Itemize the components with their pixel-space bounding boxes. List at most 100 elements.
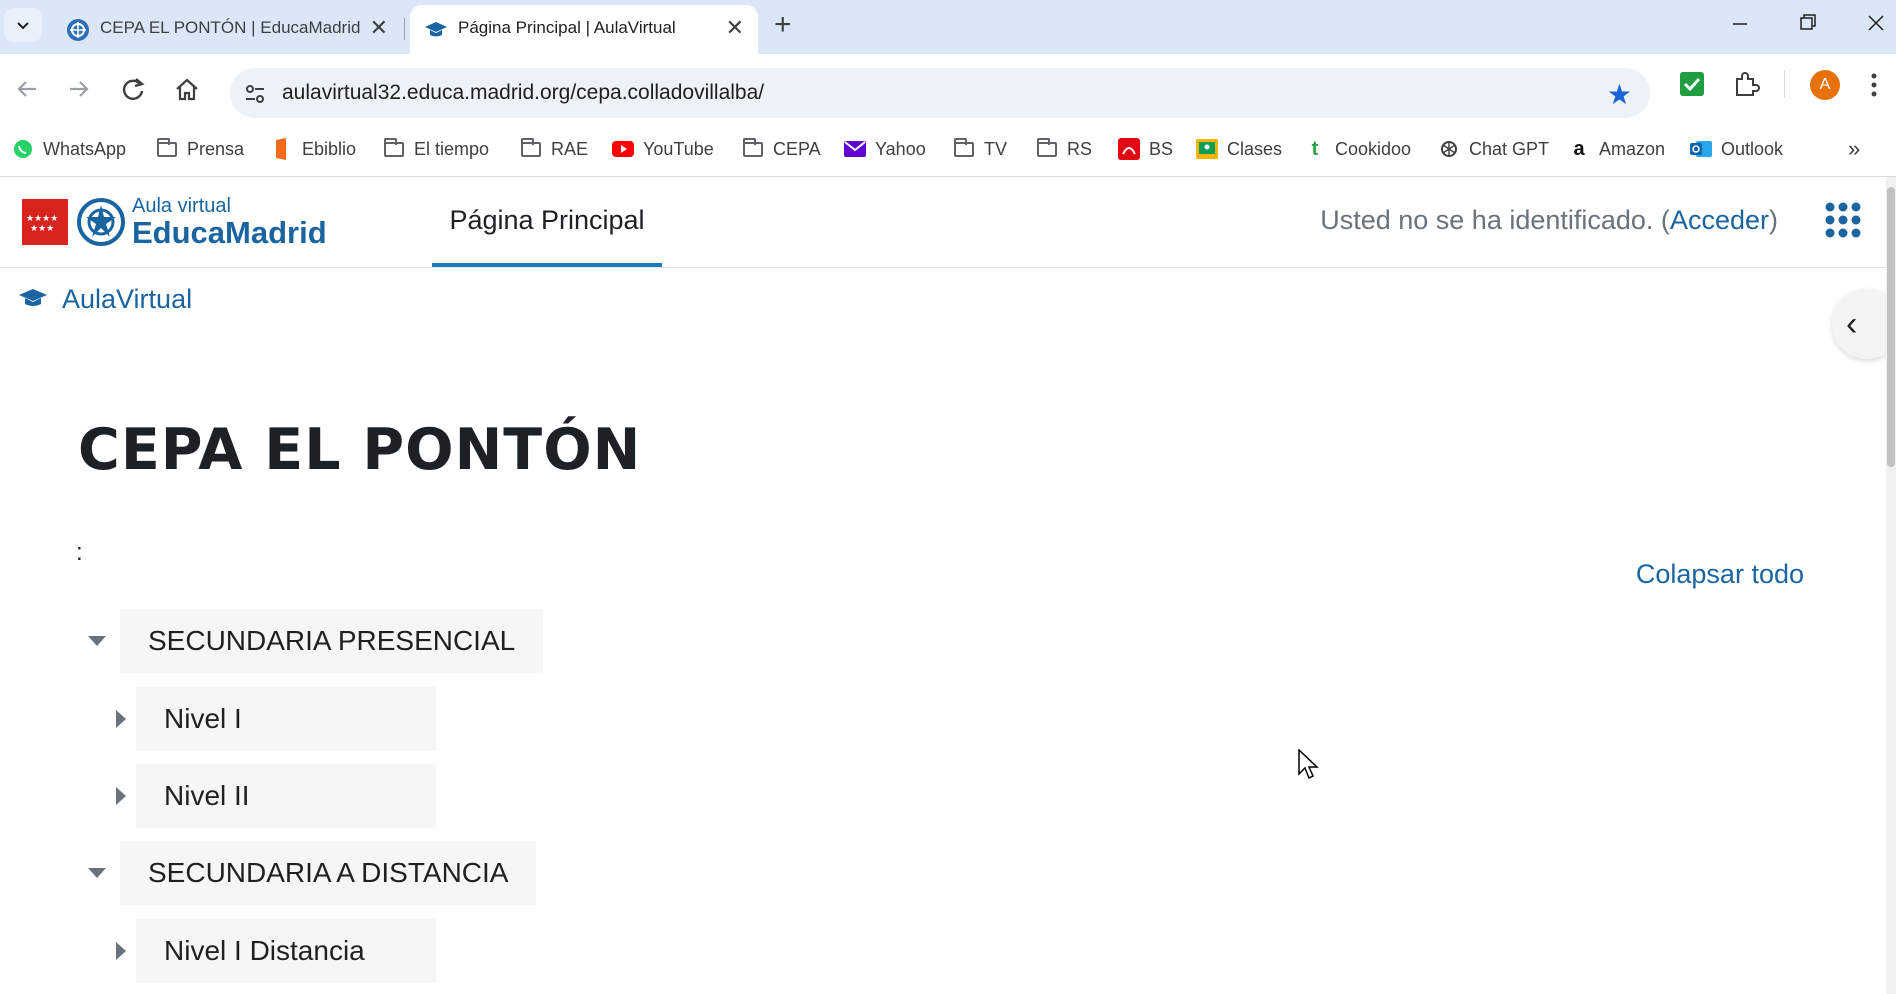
restore-button[interactable] bbox=[1798, 6, 1818, 42]
minimize-button[interactable] bbox=[1730, 6, 1750, 42]
more-bookmarks-chevron-icon[interactable]: » bbox=[1848, 134, 1860, 164]
login-link[interactable]: Acceder bbox=[1670, 205, 1769, 235]
breadcrumb-aulavirtual[interactable]: AulaVirtual bbox=[62, 284, 192, 315]
bookmark-cookidoo[interactable]: t Cookidoo bbox=[1304, 134, 1411, 164]
home-icon[interactable] bbox=[172, 74, 202, 104]
bookmark-star-icon[interactable]: ★ bbox=[1607, 78, 1632, 111]
toolbar-divider bbox=[1784, 70, 1785, 98]
cookidoo-icon: t bbox=[1311, 137, 1319, 160]
profile-avatar[interactable]: A bbox=[1810, 70, 1840, 100]
bookmark-amazon[interactable]: a Amazon bbox=[1568, 134, 1665, 164]
web-page: ★★★★ ★★★ Aula virtual EducaMadrid Página … bbox=[0, 177, 1896, 994]
nav-pagina-principal[interactable]: Página Principal bbox=[432, 177, 662, 267]
yahoo-mail-icon bbox=[844, 138, 866, 160]
logo-line2: EducaMadrid bbox=[132, 215, 327, 250]
caret-right-icon[interactable] bbox=[108, 938, 134, 964]
bookmark-whatsapp[interactable]: WhatsApp bbox=[12, 134, 126, 164]
bookmark-yahoo[interactable]: Yahoo bbox=[844, 134, 926, 164]
page-scrollbar[interactable] bbox=[1886, 177, 1896, 994]
bookmarks-bar: WhatsApp Prensa Ebiblio El tiempo RAE Yo… bbox=[0, 124, 1896, 177]
tab-pagina-principal[interactable]: Página Principal | AulaVirtual ✕ bbox=[410, 5, 758, 54]
bookmark-bs[interactable]: BS bbox=[1118, 134, 1173, 164]
folder-icon bbox=[1036, 137, 1058, 160]
top-navbar: ★★★★ ★★★ Aula virtual EducaMadrid Página … bbox=[0, 177, 1888, 268]
checkmark-extension-icon[interactable] bbox=[1678, 70, 1706, 98]
bookmark-outlook[interactable]: Outlook bbox=[1690, 134, 1783, 164]
bookmark-rs[interactable]: RS bbox=[1036, 134, 1092, 164]
amazon-icon: a bbox=[1573, 137, 1585, 160]
bookmark-cepa[interactable]: CEPA bbox=[742, 134, 821, 164]
category-nivel-ii[interactable]: Nivel II bbox=[108, 764, 436, 828]
url-text: aulavirtual32.educa.madrid.org/cepa.coll… bbox=[282, 81, 765, 104]
close-icon bbox=[1868, 15, 1884, 31]
back-icon[interactable] bbox=[12, 74, 42, 104]
page-title: CEPA EL PONTÓN bbox=[78, 417, 642, 483]
folder-icon bbox=[520, 137, 542, 160]
forward-icon[interactable] bbox=[64, 74, 94, 104]
folder-icon bbox=[742, 137, 764, 160]
tab-title: CEPA EL PONTÓN | EducaMadrid bbox=[100, 18, 361, 37]
close-tab-icon[interactable]: ✕ bbox=[726, 15, 744, 41]
tab-cepa-el-ponton[interactable]: CEPA EL PONTÓN | EducaMadrid ✕ bbox=[52, 5, 402, 54]
close-tab-icon[interactable]: ✕ bbox=[370, 15, 388, 41]
chevron-left-icon: ‹ bbox=[1846, 305, 1858, 343]
bookmark-chat-gpt[interactable]: Chat GPT bbox=[1438, 134, 1549, 164]
category-label[interactable]: Nivel II bbox=[136, 764, 436, 828]
category-secundaria-presencial[interactable]: SECUNDARIA PRESENCIAL bbox=[84, 609, 544, 673]
category-label[interactable]: Nivel I Distancia bbox=[136, 919, 436, 983]
chevron-down-icon bbox=[17, 22, 29, 30]
tab-divider bbox=[404, 18, 405, 40]
ebiblio-icon bbox=[271, 138, 293, 160]
caret-right-icon[interactable] bbox=[108, 783, 134, 809]
minimize-icon bbox=[1733, 23, 1747, 25]
category-nivel-i[interactable]: Nivel I bbox=[108, 687, 436, 751]
svg-text:★★★★: ★★★★ bbox=[26, 214, 58, 224]
educamadrid-emblem-icon bbox=[77, 198, 125, 246]
address-bar[interactable]: aulavirtual32.educa.madrid.org/cepa.coll… bbox=[230, 68, 1650, 118]
bookmark-ebiblio[interactable]: Ebiblio bbox=[271, 134, 356, 164]
educamadrid-logo[interactable]: ★★★★ ★★★ Aula virtual EducaMadrid bbox=[22, 195, 342, 251]
caret-down-icon[interactable] bbox=[84, 628, 110, 654]
collapse-all-link[interactable]: Colapsar todo bbox=[1636, 559, 1804, 590]
folder-icon bbox=[383, 137, 405, 160]
tab-search-button[interactable] bbox=[4, 8, 42, 42]
reload-icon[interactable] bbox=[118, 74, 148, 104]
youtube-icon bbox=[612, 138, 634, 160]
new-tab-button[interactable]: + bbox=[774, 8, 792, 42]
bs-icon bbox=[1118, 138, 1140, 160]
caret-down-icon[interactable] bbox=[84, 860, 110, 886]
graduation-cap-icon bbox=[19, 289, 47, 306]
login-status: Usted no se ha identificado. (Acceder) bbox=[1320, 205, 1778, 235]
category-label[interactable]: SECUNDARIA A DISTANCIA bbox=[120, 841, 537, 905]
svg-text:★★★: ★★★ bbox=[30, 224, 54, 234]
extensions-puzzle-icon[interactable] bbox=[1732, 70, 1760, 98]
bookmark-rae[interactable]: RAE bbox=[520, 134, 588, 164]
kebab-menu-icon[interactable] bbox=[1870, 72, 1878, 98]
graduation-cap-icon bbox=[425, 22, 447, 37]
browser-toolbar: aulavirtual32.educa.madrid.org/cepa.coll… bbox=[0, 54, 1896, 124]
close-window-button[interactable] bbox=[1866, 6, 1886, 42]
bookmark-el-tiempo[interactable]: El tiempo bbox=[383, 134, 489, 164]
bookmark-clases[interactable]: Clases bbox=[1196, 134, 1282, 164]
comunidad-madrid-flag-icon: ★★★★★★★ bbox=[22, 199, 68, 245]
summary-colon: : bbox=[76, 539, 83, 566]
category-nivel-i-distancia[interactable]: Nivel I Distancia bbox=[108, 919, 436, 983]
bookmark-tv[interactable]: TV bbox=[953, 134, 1007, 164]
chatgpt-icon bbox=[1438, 138, 1460, 160]
category-label[interactable]: Nivel I bbox=[136, 687, 436, 751]
breadcrumb: AulaVirtual bbox=[18, 281, 192, 317]
caret-right-icon[interactable] bbox=[108, 706, 134, 732]
tab-strip: CEPA EL PONTÓN | EducaMadrid ✕ Página Pr… bbox=[0, 0, 1896, 54]
mouse-cursor-icon bbox=[1298, 749, 1319, 780]
bookmark-prensa[interactable]: Prensa bbox=[156, 134, 244, 164]
educamadrid-favicon-icon bbox=[67, 19, 89, 41]
folder-icon bbox=[156, 137, 178, 160]
category-label[interactable]: SECUNDARIA PRESENCIAL bbox=[120, 609, 544, 673]
scrollbar-thumb[interactable] bbox=[1887, 187, 1895, 467]
site-settings-icon[interactable] bbox=[242, 81, 268, 107]
category-secundaria-a-distancia[interactable]: SECUNDARIA A DISTANCIA bbox=[84, 841, 537, 905]
bookmark-youtube[interactable]: YouTube bbox=[612, 134, 714, 164]
restore-icon bbox=[1800, 14, 1816, 30]
classroom-icon bbox=[1196, 138, 1218, 160]
apps-grid-icon[interactable] bbox=[1824, 201, 1862, 239]
